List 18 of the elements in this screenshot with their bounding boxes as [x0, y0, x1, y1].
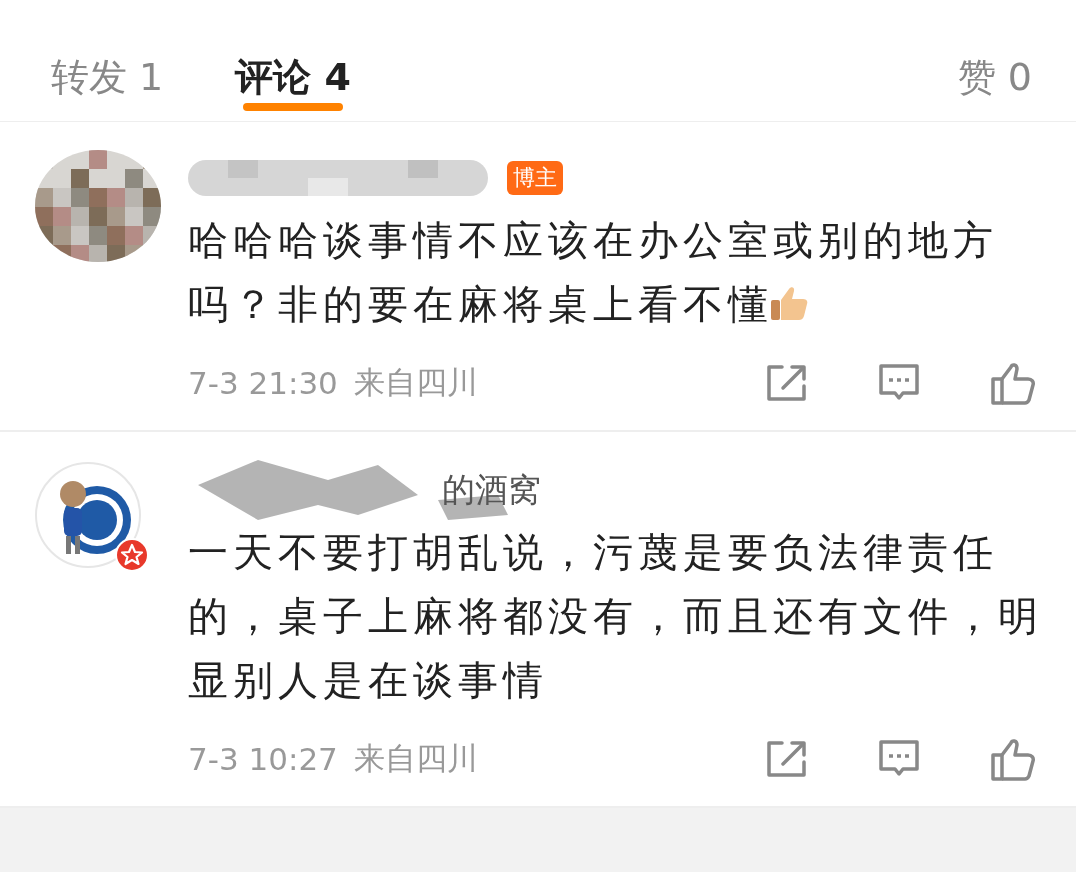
comment-text: 一天不要打胡乱说，污蔑是要负法律责任的，桌子上麻将都没有，而且还有文件，明显别人是在谈事情: [188, 528, 1044, 705]
share-icon[interactable]: [766, 740, 808, 778]
comment-location: 来自四川: [353, 363, 478, 402]
like-icon[interactable]: [990, 737, 1036, 781]
comment-icon[interactable]: [878, 363, 920, 403]
like-icon[interactable]: [990, 361, 1036, 405]
tab[interactable]: 转发 1: [45, 0, 170, 122]
comment-time: 7-3 10:27: [188, 741, 338, 777]
tab[interactable]: 赞 0: [951, 0, 1038, 122]
comment-text: 哈哈哈谈事情不应该在办公室或别的地方吗？非的要在麻将桌上看不懂: [188, 216, 999, 329]
tab[interactable]: 评论 4: [229, 0, 357, 122]
comment-time: 7-3 21:30: [188, 365, 338, 401]
share-icon[interactable]: [766, 364, 808, 402]
comment-location: 来自四川: [353, 739, 478, 778]
author-badge: 博主: [507, 161, 563, 195]
user-name[interactable]: 的酒窝: [442, 467, 541, 513]
avatar-icon[interactable]: [35, 462, 141, 568]
comment-icon[interactable]: [878, 739, 920, 779]
